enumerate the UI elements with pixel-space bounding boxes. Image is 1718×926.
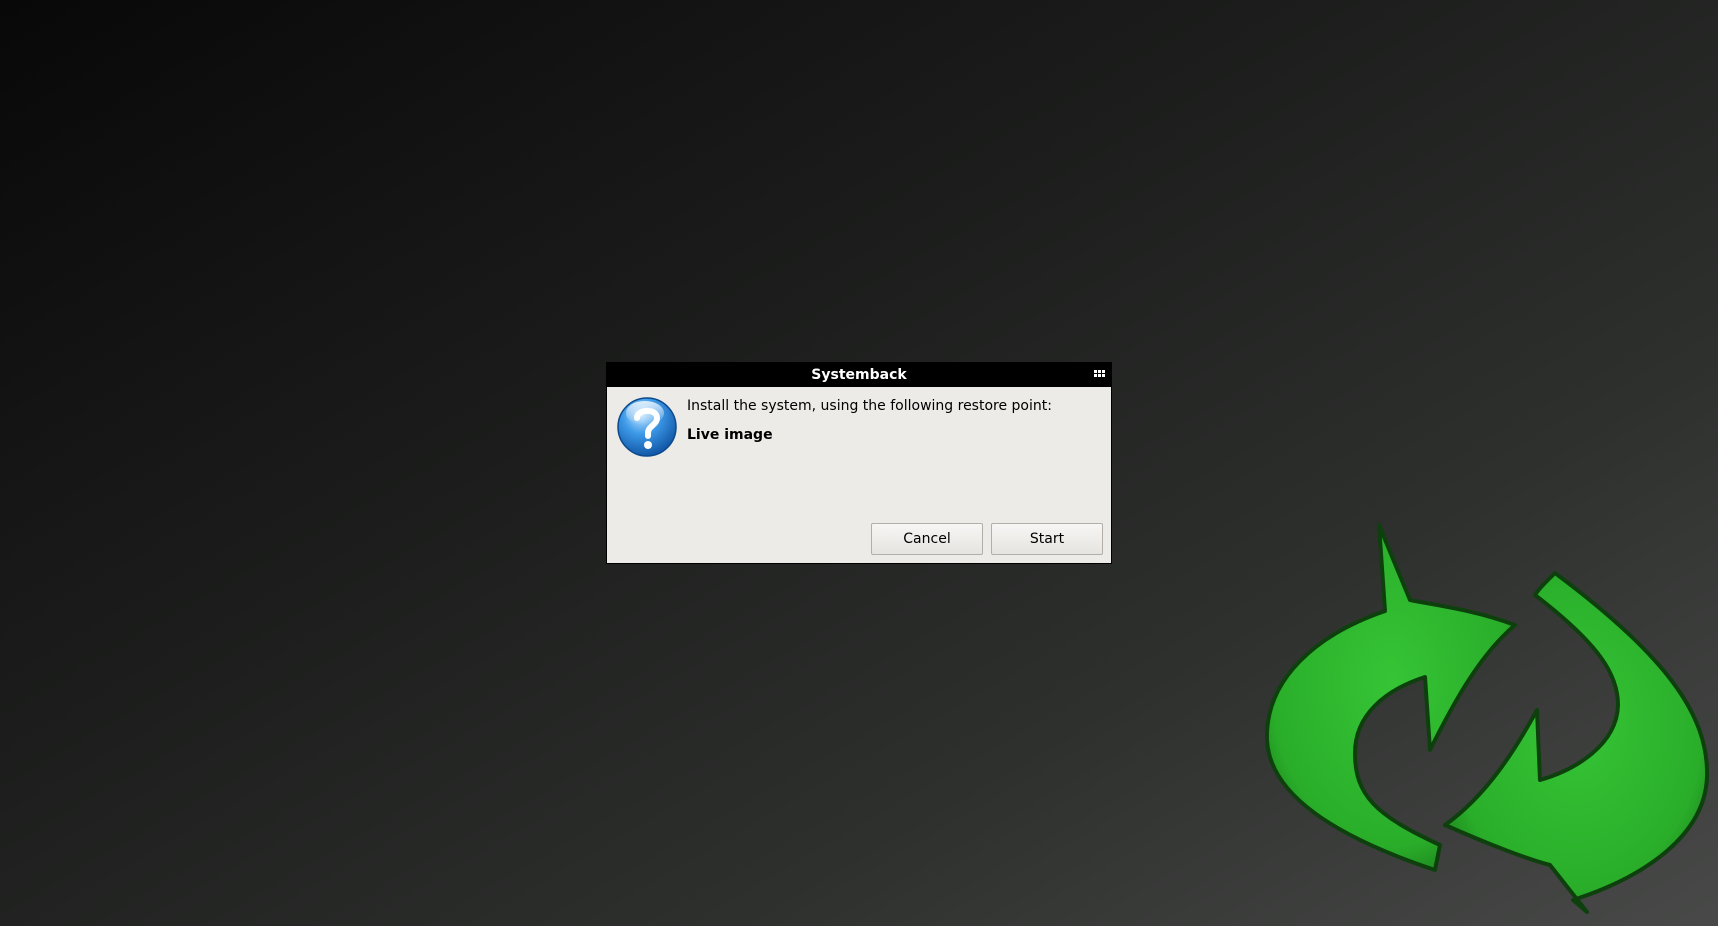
restore-point-name: Live image: [687, 427, 773, 443]
dialog-message: Install the system, using the following …: [687, 398, 1052, 414]
cancel-button[interactable]: Cancel: [871, 523, 983, 555]
desktop: Systemback Install the system, using the…: [0, 0, 1718, 926]
start-button[interactable]: Start: [991, 523, 1103, 555]
systemback-logo: [1264, 523, 1710, 914]
question-icon: [617, 397, 677, 457]
window-menu-icon[interactable]: [1094, 370, 1105, 379]
dialog-titlebar[interactable]: Systemback: [607, 363, 1111, 387]
confirm-dialog: Systemback Install the system, using the…: [606, 362, 1112, 564]
dialog-title: Systemback: [811, 367, 907, 383]
